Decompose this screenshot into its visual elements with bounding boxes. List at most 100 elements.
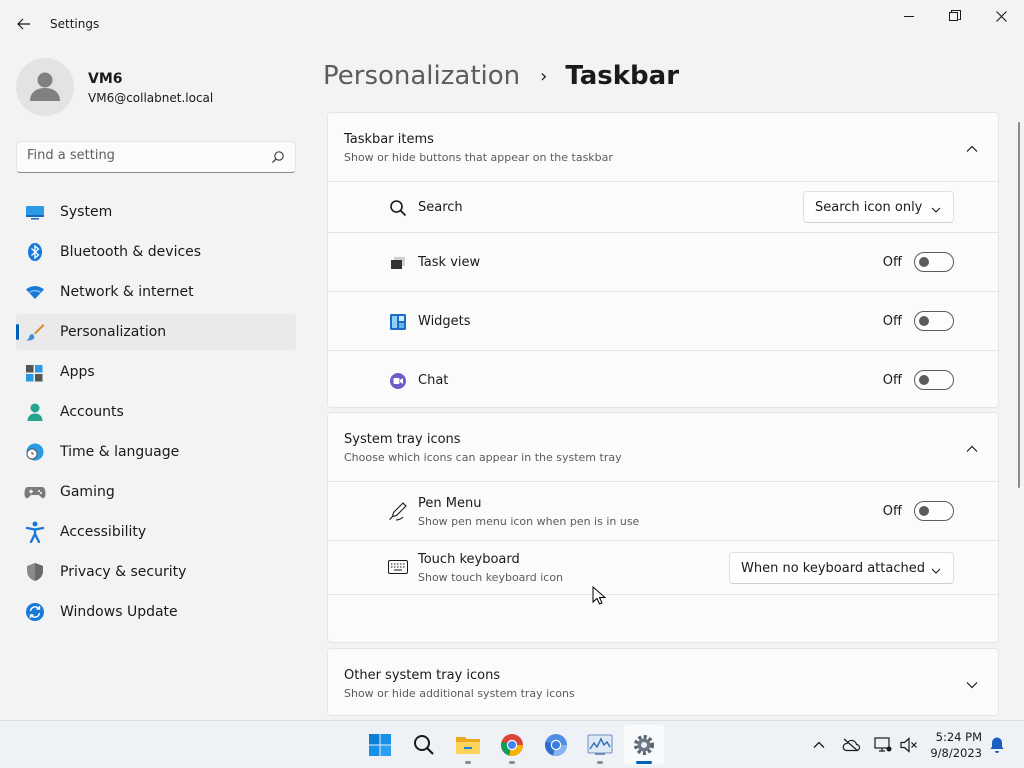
chevron-up-icon[interactable] bbox=[966, 141, 978, 157]
sidebar-item-gaming[interactable]: Gaming bbox=[16, 474, 296, 510]
taskbar-app-settings[interactable] bbox=[624, 725, 664, 765]
restore-button[interactable] bbox=[935, 4, 975, 28]
pen-menu-description: Show pen menu icon when pen is in use bbox=[418, 515, 640, 528]
paintbrush-icon bbox=[24, 321, 46, 343]
notification-bell-icon[interactable] bbox=[986, 734, 1008, 756]
touch-keyboard-row: Touch keyboard Show touch keyboard icon … bbox=[328, 540, 998, 594]
dropdown-value: Search icon only bbox=[815, 199, 923, 215]
nav-list: System Bluetooth & devices Network & int… bbox=[16, 194, 296, 634]
chevron-up-icon[interactable] bbox=[966, 441, 978, 457]
cloud-offline-icon[interactable] bbox=[840, 734, 862, 756]
sidebar-item-privacy[interactable]: Privacy & security bbox=[16, 554, 296, 590]
page-title: Taskbar bbox=[565, 61, 680, 91]
sidebar-item-system[interactable]: System bbox=[16, 194, 296, 230]
volume-muted-icon[interactable] bbox=[898, 734, 920, 756]
system-tray-card: System tray icons Choose which icons can… bbox=[327, 412, 999, 643]
gamepad-icon bbox=[24, 481, 46, 503]
breadcrumb-parent[interactable]: Personalization bbox=[323, 61, 520, 91]
wifi-icon bbox=[24, 281, 46, 303]
search-mode-dropdown[interactable]: Search icon only bbox=[803, 191, 954, 223]
search-box[interactable] bbox=[16, 141, 296, 173]
dropdown-value: When no keyboard attached bbox=[741, 560, 925, 576]
pen-menu-label: Pen Menu bbox=[418, 496, 482, 511]
touch-keyboard-dropdown[interactable]: When no keyboard attached bbox=[729, 552, 954, 584]
chevron-down-icon bbox=[931, 563, 941, 578]
toggle-state-label: Off bbox=[882, 373, 902, 388]
sidebar-item-label: Network & internet bbox=[60, 284, 194, 300]
bluetooth-icon bbox=[24, 241, 46, 263]
sidebar-item-label: Gaming bbox=[60, 484, 115, 500]
widgets-icon bbox=[388, 312, 408, 332]
chat-icon bbox=[388, 371, 408, 391]
minimize-button[interactable] bbox=[889, 4, 929, 28]
search-icon[interactable] bbox=[271, 150, 285, 168]
chromium-icon bbox=[545, 734, 567, 757]
pen-menu-toggle[interactable] bbox=[914, 501, 954, 521]
title-bar: Settings bbox=[0, 0, 1024, 48]
widgets-label: Widgets bbox=[418, 314, 471, 329]
sidebar-item-personalization[interactable]: Personalization bbox=[16, 314, 296, 350]
app-title: Settings bbox=[50, 17, 100, 31]
accessibility-icon bbox=[24, 521, 46, 543]
sidebar-item-time-language[interactable]: Time & language bbox=[16, 434, 296, 470]
section-subtitle: Show or hide buttons that appear on the … bbox=[344, 151, 613, 164]
widgets-toggle[interactable] bbox=[914, 311, 954, 331]
taskbar-search-button[interactable] bbox=[404, 725, 444, 765]
section-subtitle: Choose which icons can appear in the sys… bbox=[344, 451, 622, 464]
sidebar-item-label: Apps bbox=[60, 364, 95, 380]
sidebar-item-accounts[interactable]: Accounts bbox=[16, 394, 296, 430]
chat-toggle[interactable] bbox=[914, 370, 954, 390]
system-icon bbox=[24, 201, 46, 223]
system-tray-header[interactable]: System tray icons Choose which icons can… bbox=[328, 413, 998, 481]
scrollbar[interactable] bbox=[1018, 122, 1020, 488]
sidebar-item-accessibility[interactable]: Accessibility bbox=[16, 514, 296, 550]
sidebar-item-windows-update[interactable]: Windows Update bbox=[16, 594, 296, 630]
clock-globe-icon bbox=[24, 441, 46, 463]
sidebar-item-label: System bbox=[60, 204, 113, 220]
network-icon[interactable] bbox=[872, 734, 894, 756]
user-silhouette-icon bbox=[30, 72, 60, 101]
task-view-toggle[interactable] bbox=[914, 252, 954, 272]
pen-icon bbox=[388, 501, 408, 521]
back-button[interactable] bbox=[12, 10, 36, 38]
search-input[interactable] bbox=[27, 148, 267, 163]
taskbar-app-file-explorer[interactable] bbox=[448, 725, 488, 765]
chat-row: Chat Off bbox=[328, 350, 998, 409]
section-title: Other system tray icons bbox=[344, 668, 501, 683]
section-title: System tray icons bbox=[344, 432, 461, 447]
resource-monitor-icon bbox=[587, 734, 613, 755]
breadcrumb: Personalization › Taskbar bbox=[323, 58, 679, 94]
start-icon bbox=[369, 734, 391, 756]
file-explorer-icon bbox=[456, 737, 480, 754]
close-icon bbox=[995, 10, 1007, 22]
minimize-icon bbox=[904, 16, 914, 17]
search-icon bbox=[414, 735, 434, 755]
show-hidden-icons-button[interactable] bbox=[808, 734, 830, 756]
toggle-state-label: Off bbox=[882, 314, 902, 329]
taskbar-items-header[interactable]: Taskbar items Show or hide buttons that … bbox=[328, 113, 998, 181]
sidebar-item-label: Bluetooth & devices bbox=[60, 244, 202, 260]
taskbar-app-resource-monitor[interactable] bbox=[580, 725, 620, 765]
taskbar-app-chromium[interactable] bbox=[536, 725, 576, 765]
touch-keyboard-description: Show touch keyboard icon bbox=[418, 571, 564, 584]
user-email: VM6@collabnet.local bbox=[88, 91, 214, 105]
empty-row bbox=[328, 594, 998, 644]
sidebar-item-label: Personalization bbox=[60, 324, 167, 340]
start-button[interactable] bbox=[360, 725, 400, 765]
keyboard-icon bbox=[388, 557, 408, 577]
apps-icon bbox=[24, 361, 46, 383]
taskbar-app-chrome[interactable] bbox=[492, 725, 532, 765]
other-tray-card[interactable]: Other system tray icons Show or hide add… bbox=[327, 648, 999, 716]
accounts-icon bbox=[24, 401, 46, 423]
sidebar-item-network[interactable]: Network & internet bbox=[16, 274, 296, 310]
chevron-down-icon bbox=[931, 202, 941, 217]
sidebar-item-bluetooth[interactable]: Bluetooth & devices bbox=[16, 234, 296, 270]
avatar[interactable] bbox=[16, 58, 74, 116]
system-clock[interactable]: 5:24 PM 9/8/2023 bbox=[930, 729, 982, 761]
close-button[interactable] bbox=[981, 4, 1021, 28]
settings-gear-icon bbox=[634, 735, 654, 755]
sidebar-item-apps[interactable]: Apps bbox=[16, 354, 296, 390]
mouse-cursor-icon bbox=[592, 586, 606, 605]
chevron-down-icon[interactable] bbox=[966, 677, 978, 693]
search-setting-label: Search bbox=[418, 200, 463, 215]
